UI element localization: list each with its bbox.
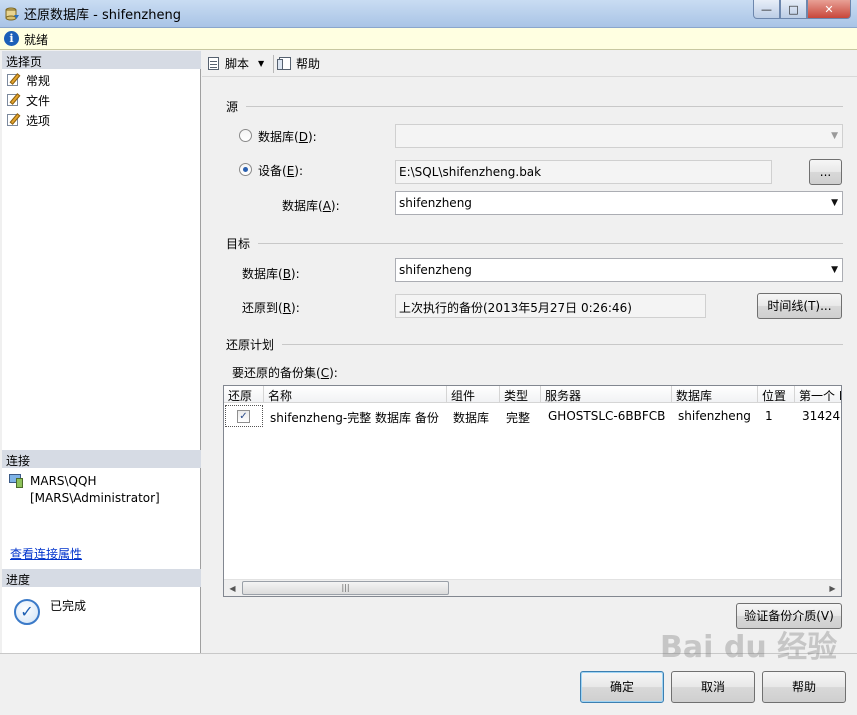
- page-item-label: 选项: [26, 113, 51, 128]
- page-edit-icon: [6, 73, 22, 87]
- horizontal-scrollbar[interactable]: ◀ ||| ▶: [224, 579, 841, 596]
- script-label: 脚本: [225, 57, 250, 71]
- table-row[interactable]: ✓ shifenzheng-完整 数据库 备份 数据库 完整 GHOSTSLC-…: [224, 404, 841, 428]
- toolbar-separator: [273, 55, 274, 73]
- column-header-position[interactable]: 位置: [758, 386, 795, 403]
- select-page-header: 选择页: [2, 51, 201, 69]
- info-icon: i: [4, 31, 19, 46]
- server-connection-icon: [8, 473, 26, 489]
- restore-to-label: 还原到(R):: [242, 301, 300, 315]
- chevron-down-icon: ▼: [831, 265, 838, 275]
- page-item-label: 常规: [26, 73, 51, 88]
- left-pane: 选择页 常规 文件 选项 连接 MARS\QQH [MARS\Administr…: [2, 51, 201, 653]
- minimize-button[interactable]: —: [753, 0, 780, 19]
- script-icon: [206, 56, 222, 71]
- source-db-label: 数据库(A):: [282, 199, 340, 213]
- script-button[interactable]: 脚本 ▼: [206, 55, 264, 72]
- cell-name: shifenzheng-完整 数据库 备份: [270, 411, 439, 425]
- restore-to-field: 上次执行的备份(2013年5月27日 0:26:46): [395, 294, 706, 318]
- scroll-left-icon[interactable]: ◀: [224, 580, 241, 596]
- cell-first-lsn: 314248: [802, 409, 841, 423]
- connection-server: MARS\QQH: [30, 474, 97, 488]
- target-divider: [258, 243, 843, 244]
- help-book-icon: [277, 56, 293, 71]
- title-bar: 还原数据库 - shifenzheng — □ ✕: [0, 0, 857, 28]
- page-edit-icon: [6, 93, 22, 107]
- connection-header: 连接: [2, 450, 201, 468]
- status-bar: i 就绪: [0, 28, 857, 50]
- device-radio-label: 设备(E):: [258, 164, 304, 178]
- column-header-name[interactable]: 名称: [264, 386, 447, 403]
- timeline-button[interactable]: 时间线(T)...: [757, 293, 842, 319]
- toolbar: 脚本 ▼ 帮助: [202, 51, 857, 77]
- progress-status: 已完成: [50, 599, 87, 613]
- chevron-down-icon[interactable]: ▼: [258, 59, 264, 68]
- backup-sets-label: 要还原的备份集(C):: [232, 366, 338, 380]
- column-header-type[interactable]: 类型: [500, 386, 541, 403]
- cell-position: 1: [765, 409, 773, 423]
- scrollbar-thumb[interactable]: |||: [242, 581, 449, 595]
- maximize-button[interactable]: □: [780, 0, 807, 19]
- cell-database: shifenzheng: [678, 409, 751, 423]
- database-radio[interactable]: [239, 129, 252, 142]
- help-label: 帮助: [296, 57, 321, 71]
- page-item-options[interactable]: 选项: [6, 111, 50, 129]
- backup-sets-grid[interactable]: 还原 名称 组件 类型 服务器 数据库 位置 第一个 L ✓ shifenzhe…: [223, 385, 842, 597]
- connection-user: [MARS\Administrator]: [30, 491, 160, 505]
- status-text: 就绪: [24, 33, 49, 47]
- ok-button[interactable]: 确定: [580, 671, 664, 703]
- column-header-server[interactable]: 服务器: [541, 386, 672, 403]
- minimize-icon: —: [761, 2, 772, 16]
- source-group-label: 源: [226, 100, 239, 114]
- view-connection-properties-link[interactable]: 查看连接属性: [10, 545, 82, 562]
- right-pane: 脚本 ▼ 帮助 源 数据库(D): ▼ 设备(E): E:\SQL\shifen…: [202, 51, 857, 653]
- page-edit-icon: [6, 113, 22, 127]
- maximize-icon: □: [788, 2, 799, 16]
- grid-header: 还原 名称 组件 类型 服务器 数据库 位置 第一个 L: [224, 386, 841, 403]
- database-restore-icon: [5, 7, 19, 21]
- cell-server: GHOSTSLC-6BBFCB: [548, 409, 666, 423]
- device-path-field[interactable]: E:\SQL\shifenzheng.bak: [395, 160, 772, 184]
- plan-divider: [282, 344, 843, 345]
- source-divider: [246, 106, 843, 107]
- column-header-database[interactable]: 数据库: [672, 386, 758, 403]
- baidu-watermark: Bai du 经验: [660, 630, 838, 665]
- window-controls: — □ ✕: [753, 0, 851, 20]
- close-button[interactable]: ✕: [807, 0, 851, 19]
- plan-group-label: 还原计划: [226, 338, 275, 352]
- column-header-component[interactable]: 组件: [447, 386, 500, 403]
- column-header-restore[interactable]: 还原: [224, 386, 264, 403]
- chevron-down-icon: ▼: [831, 131, 838, 141]
- page-item-general[interactable]: 常规: [6, 71, 50, 89]
- close-icon: ✕: [824, 2, 834, 16]
- device-radio[interactable]: [239, 163, 252, 176]
- restore-checkbox[interactable]: ✓: [237, 410, 250, 423]
- target-group-label: 目标: [226, 237, 251, 251]
- target-db-combo[interactable]: shifenzheng ▼: [395, 258, 843, 282]
- cell-component: 数据库: [453, 411, 490, 425]
- help-toolbar-button[interactable]: 帮助: [277, 55, 320, 72]
- page-item-label: 文件: [26, 93, 51, 108]
- source-database-combo[interactable]: ▼: [395, 124, 843, 148]
- column-header-first-lsn[interactable]: 第一个 L: [795, 386, 841, 403]
- chevron-down-icon: ▼: [831, 198, 838, 208]
- check-complete-icon: ✓: [14, 599, 40, 625]
- target-db-label: 数据库(B):: [242, 267, 300, 281]
- source-db-combo[interactable]: shifenzheng ▼: [395, 191, 843, 215]
- progress-header: 进度: [2, 569, 201, 587]
- window-title: 还原数据库 - shifenzheng: [24, 8, 181, 23]
- database-radio-label: 数据库(D):: [258, 130, 317, 144]
- cell-type: 完整: [506, 411, 531, 425]
- browse-device-button[interactable]: ...: [809, 159, 842, 185]
- page-item-files[interactable]: 文件: [6, 91, 50, 109]
- scroll-right-icon[interactable]: ▶: [824, 580, 841, 596]
